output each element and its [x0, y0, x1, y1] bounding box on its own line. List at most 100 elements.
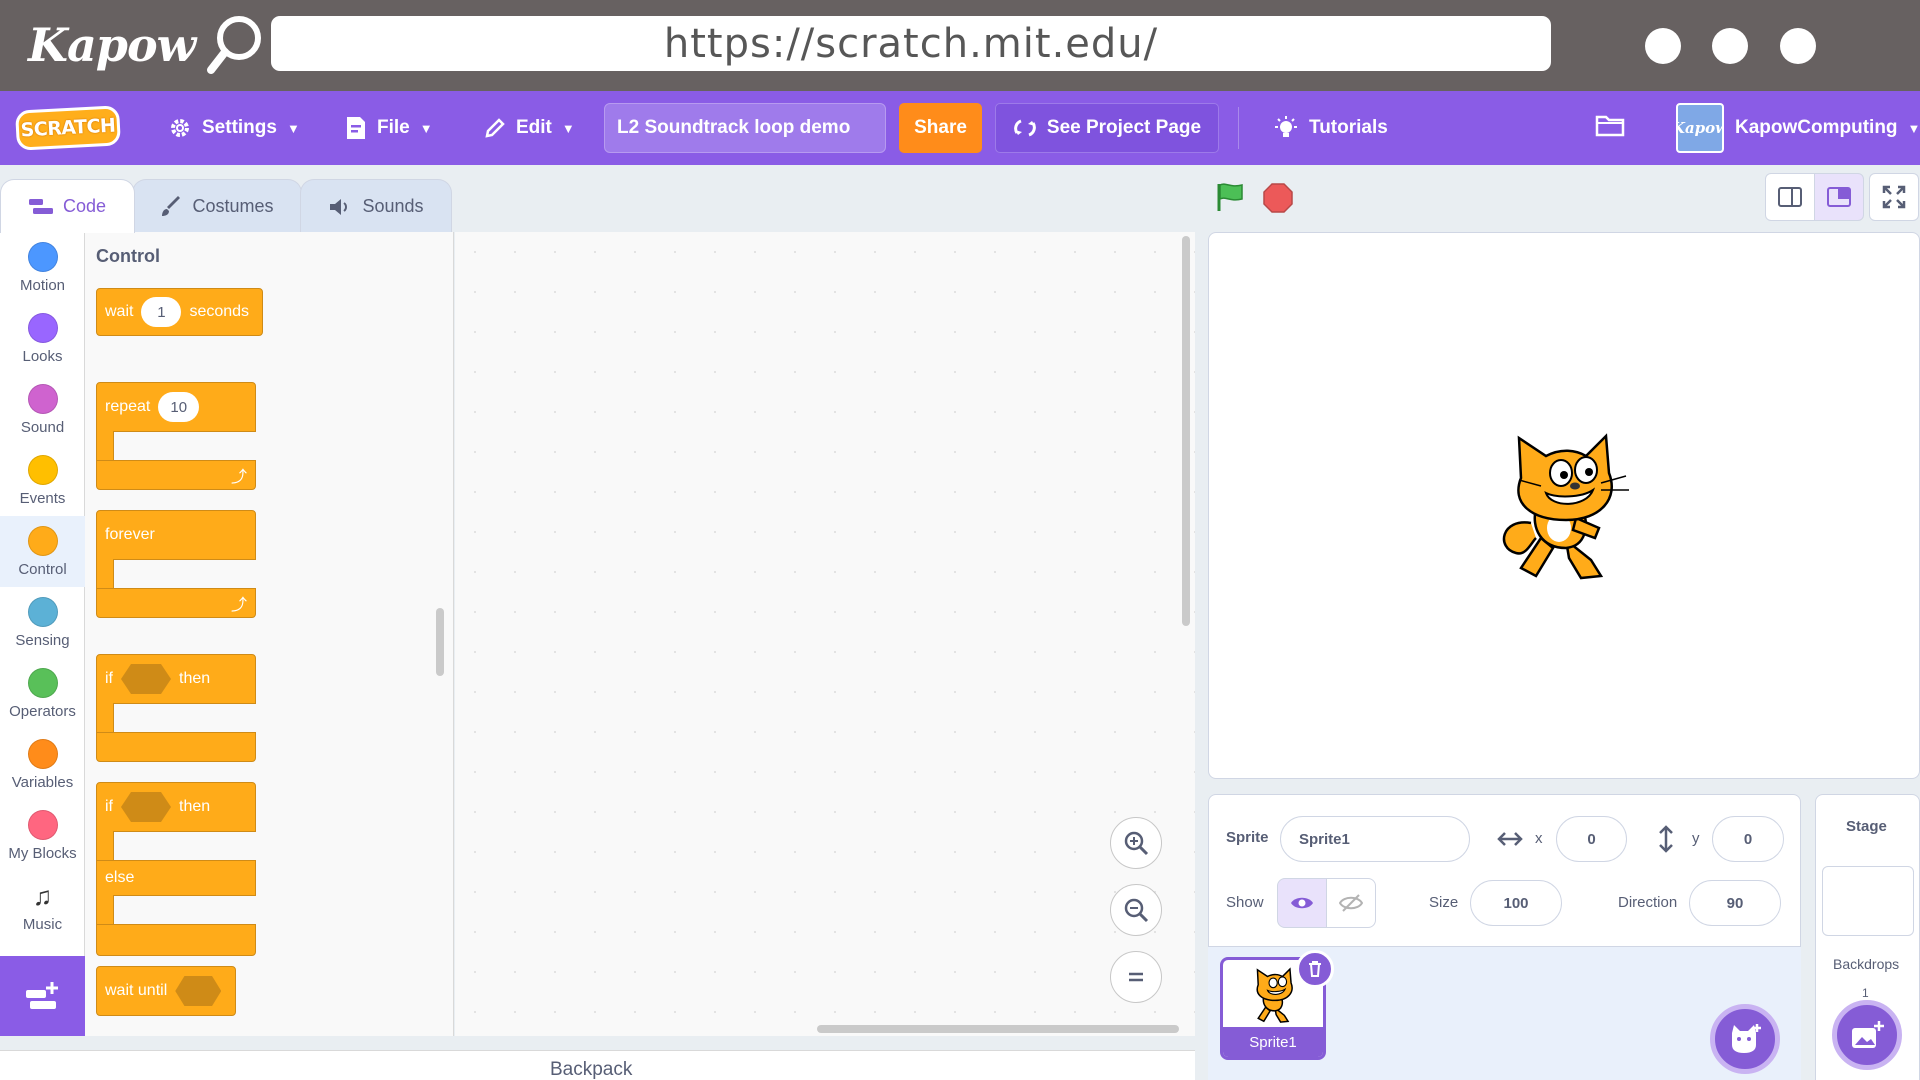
zoom-in-button[interactable] [1110, 817, 1162, 869]
category-looks[interactable]: Looks [0, 303, 85, 374]
stage-thumbnail[interactable] [1822, 866, 1914, 936]
category-sound[interactable]: Sound [0, 374, 85, 445]
category-sensing-dot [27, 597, 58, 627]
code-workspace[interactable] [455, 232, 1195, 1036]
music-notes-icon: ♫ [32, 881, 53, 911]
green-flag-icon[interactable] [1214, 181, 1246, 213]
project-title-input[interactable]: L2 Soundtrack loop demo [604, 103, 886, 153]
condition-slot[interactable] [121, 664, 171, 694]
my-stuff-button[interactable] [1595, 91, 1625, 165]
category-my-blocks[interactable]: My Blocks [0, 800, 85, 871]
x-position-input[interactable]: 0 [1556, 816, 1627, 862]
category-label: Music [22, 916, 63, 933]
category-events-dot [27, 455, 58, 485]
kapow-brand: Kapow [28, 12, 265, 78]
category-operators[interactable]: Operators [0, 658, 85, 729]
account-menu[interactable]: KapowComputing ▼ [1735, 91, 1920, 165]
choose-sprite-button[interactable] [1710, 1004, 1780, 1074]
category-motion[interactable]: Motion [0, 232, 85, 303]
choose-backdrop-button[interactable] [1832, 1000, 1902, 1070]
settings-menu[interactable]: Settings ▼ [168, 91, 300, 165]
if-then-block-footer [96, 732, 256, 762]
category-control[interactable]: Control [0, 516, 85, 587]
category-events[interactable]: Events [0, 445, 85, 516]
window-control-2[interactable] [1712, 28, 1748, 64]
category-sensing[interactable]: Sensing [0, 587, 85, 658]
edit-menu[interactable]: Edit ▼ [484, 91, 575, 165]
category-label: Control [18, 561, 67, 578]
forever-block[interactable]: forever [96, 510, 256, 560]
normal-stage-button[interactable] [1814, 173, 1864, 221]
condition-slot[interactable] [121, 792, 171, 822]
y-position-input[interactable]: 0 [1712, 816, 1784, 862]
block-label: else [105, 869, 135, 886]
tutorials-button[interactable]: Tutorials [1273, 91, 1388, 165]
block-label: wait [105, 303, 134, 320]
y-label: y [1692, 830, 1700, 847]
condition-slot[interactable] [175, 976, 222, 1006]
block-label: wait until [105, 982, 168, 999]
zoom-reset-button[interactable] [1110, 951, 1162, 1003]
palette-scrollbar[interactable] [436, 608, 444, 676]
category-music[interactable]: ♫ Music [0, 871, 85, 942]
add-extension-icon [25, 982, 58, 1009]
normal-stage-icon [1827, 187, 1851, 207]
zoom-out-button[interactable] [1110, 884, 1162, 936]
share-button[interactable]: Share [899, 103, 982, 153]
show-label: Show [1226, 894, 1264, 911]
tab-code[interactable]: Code [0, 179, 135, 233]
direction-input[interactable]: 90 [1689, 880, 1781, 926]
sprite-name-label: Sprite [1226, 829, 1269, 846]
settings-label: Settings [202, 117, 277, 138]
file-menu[interactable]: File ▼ [345, 91, 433, 165]
category-variables[interactable]: Variables [0, 729, 85, 800]
hide-sprite-button[interactable] [1326, 878, 1376, 928]
brand-name: Kapow [28, 18, 196, 72]
tutorials-label: Tutorials [1309, 117, 1388, 138]
repeat-block[interactable]: repeat 10 [96, 382, 256, 432]
cat-sprite-thumbnail-icon [1256, 967, 1293, 1023]
wait-seconds-input[interactable]: 1 [141, 297, 182, 327]
category-label: Motion [19, 277, 66, 294]
window-control-3[interactable] [1780, 28, 1816, 64]
if-then-else-block[interactable]: if then [96, 782, 256, 832]
lightbulb-icon [1273, 115, 1299, 141]
eye-slash-icon [1339, 894, 1363, 912]
tab-costumes[interactable]: Costumes [132, 179, 302, 233]
backpack-panel[interactable]: Backpack [0, 1050, 1195, 1080]
loop-arrow-icon: ⤴ [230, 469, 247, 486]
small-stage-button[interactable] [1765, 173, 1815, 221]
stage-canvas[interactable] [1208, 232, 1920, 779]
scratch-logo[interactable]: SCRATCH [15, 105, 121, 151]
show-sprite-button[interactable] [1277, 878, 1327, 928]
category-looks-dot [27, 313, 58, 343]
if-then-else-block-arm [96, 895, 114, 925]
tab-sounds[interactable]: Sounds [300, 179, 452, 233]
delete-sprite-button[interactable] [1296, 950, 1334, 988]
category-label: Sound [20, 419, 65, 436]
repeat-count-input[interactable]: 10 [158, 392, 200, 422]
wait-until-block[interactable]: wait until [96, 966, 236, 1016]
direction-label: Direction [1618, 894, 1678, 911]
block-label: forever [105, 526, 155, 543]
workspace-horizontal-scrollbar[interactable] [817, 1025, 1179, 1033]
category-label: Sensing [15, 632, 70, 649]
cat-sprite[interactable] [1491, 428, 1641, 583]
see-project-page-button[interactable]: See Project Page [995, 103, 1219, 153]
category-label: My Blocks [8, 845, 77, 862]
backdrops-label: Backdrops [1833, 956, 1900, 972]
username-label: KapowComputing [1735, 117, 1898, 138]
window-control-1[interactable] [1645, 28, 1681, 64]
if-then-block[interactable]: if then [96, 654, 256, 704]
add-extension-button[interactable] [0, 956, 85, 1036]
size-input[interactable]: 100 [1470, 880, 1562, 926]
stop-sign-icon[interactable] [1262, 182, 1294, 214]
fullscreen-button[interactable] [1869, 173, 1919, 221]
block-label: if [105, 670, 113, 687]
workspace-vertical-scrollbar[interactable] [1182, 236, 1190, 626]
category-motion-dot [27, 242, 58, 272]
avatar[interactable]: Kapow [1676, 103, 1724, 153]
sprite-name-input[interactable]: Sprite1 [1280, 816, 1470, 862]
address-bar[interactable]: https://scratch.mit.edu/ [271, 16, 1551, 71]
wait-seconds-block[interactable]: wait 1 seconds [96, 288, 263, 336]
